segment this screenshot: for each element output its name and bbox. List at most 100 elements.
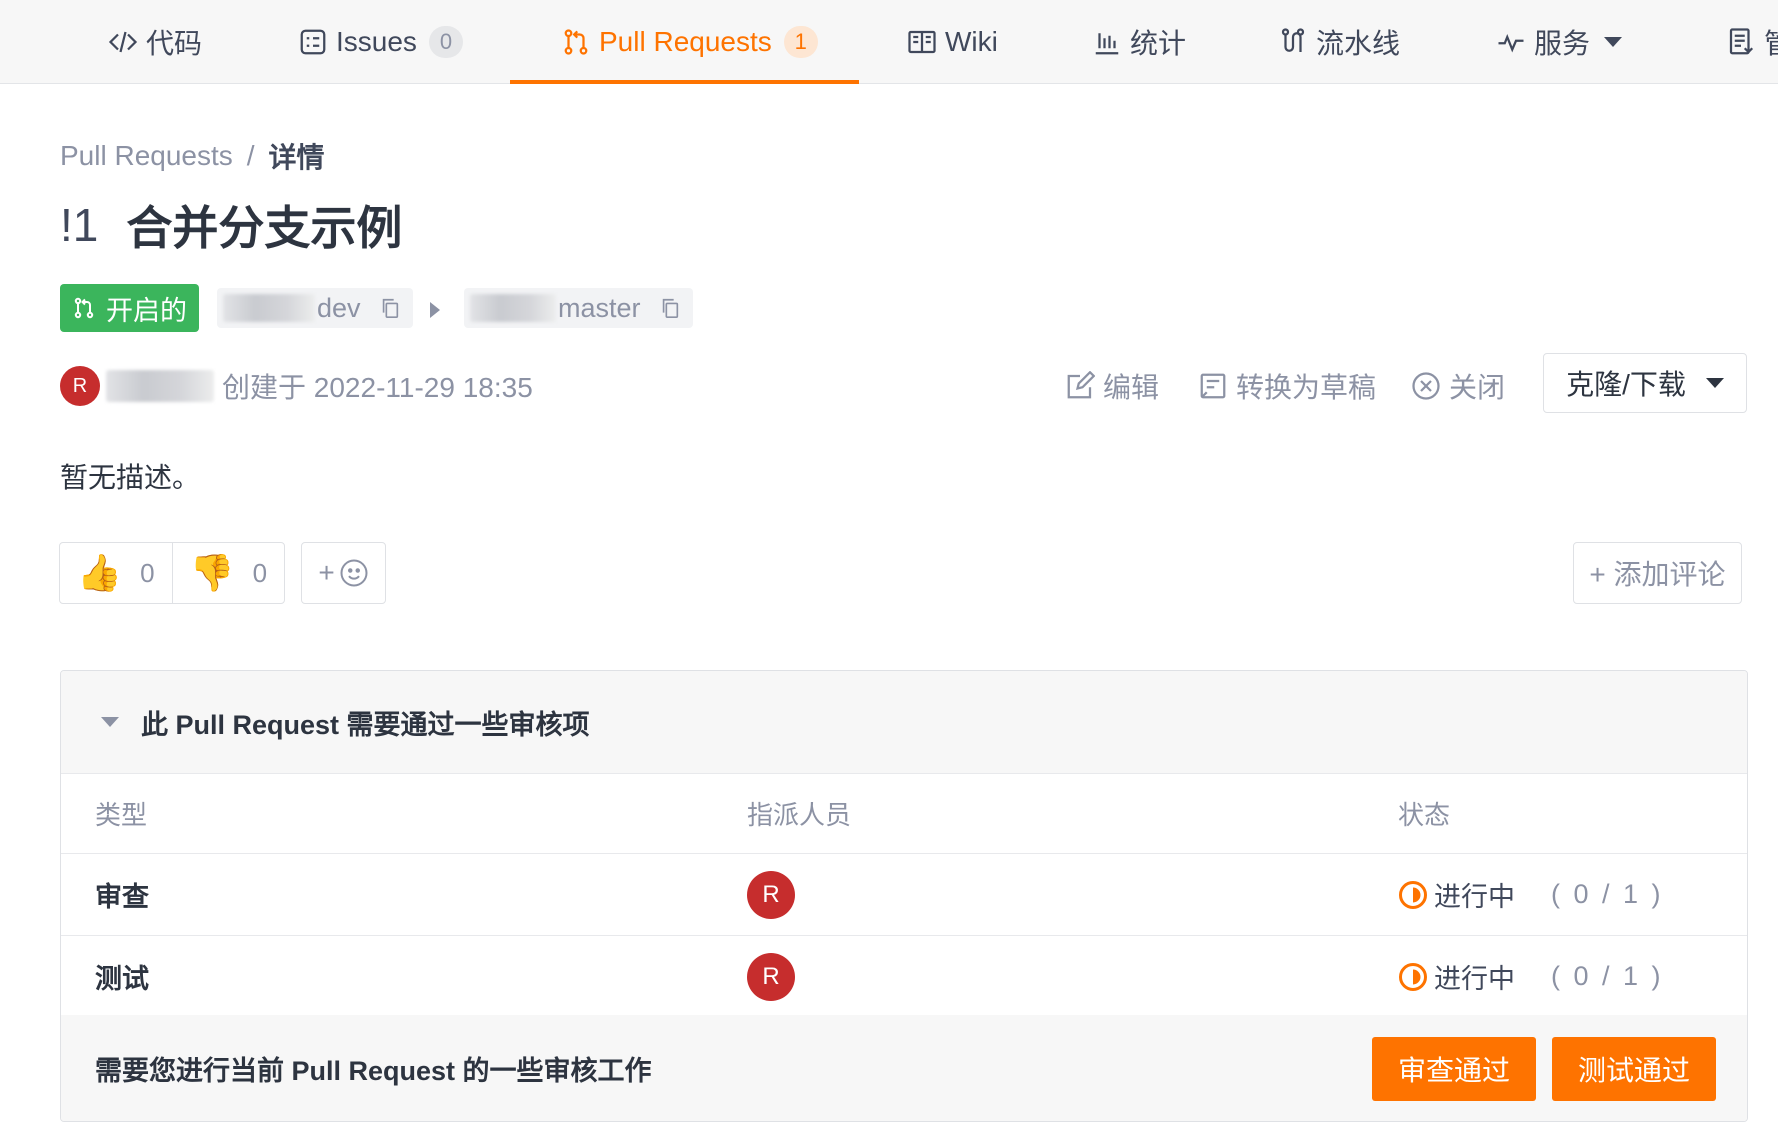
- review-table-header: 类型 指派人员 状态: [61, 774, 1747, 854]
- copy-icon[interactable]: [379, 296, 401, 320]
- review-panel: 此 Pull Request 需要通过一些审核项 类型 指派人员 状态 审查 R…: [60, 670, 1748, 1122]
- add-reaction-plus: +: [318, 557, 335, 588]
- tab-wiki-label: Wiki: [945, 26, 998, 57]
- issues-icon: [300, 29, 326, 55]
- chevron-down-icon: [1604, 37, 1623, 47]
- avatar[interactable]: R: [60, 366, 100, 406]
- reaction-group: 👍 0 👎 0: [59, 542, 285, 604]
- edit-icon: [1067, 371, 1095, 399]
- document-icon: [1729, 28, 1754, 55]
- review-status: 进行中 ( 0 / 1 ): [1398, 854, 1664, 935]
- tab-issues-label: Issues: [336, 26, 417, 57]
- pipeline-icon: [1281, 28, 1305, 52]
- source-branch-name: dev: [317, 292, 361, 323]
- add-comment-button[interactable]: + 添加评论: [1573, 542, 1742, 604]
- close-pr-button[interactable]: 关闭: [1411, 366, 1505, 406]
- code-icon: [108, 31, 138, 53]
- copy-icon[interactable]: [659, 296, 681, 320]
- review-panel-title: 此 Pull Request 需要通过一些审核项: [141, 709, 590, 740]
- tab-wiki[interactable]: Wiki: [907, 0, 998, 84]
- pull-requests-count-badge: 1: [783, 26, 818, 58]
- smiley-icon: [340, 559, 368, 587]
- status-badge: 开启的: [60, 284, 199, 332]
- pr-title-text: 合并分支示例: [126, 202, 403, 254]
- thumbs-down-count: 0: [252, 557, 268, 588]
- breadcrumb-current: 详情: [268, 142, 325, 173]
- draft-icon: [1200, 373, 1226, 399]
- status-label: 进行中: [1434, 882, 1515, 912]
- page-title: !1 合并分支示例: [60, 192, 402, 258]
- thumbs-up-count: 0: [140, 557, 155, 588]
- target-branch: master: [464, 288, 693, 328]
- tab-services-label: 服务: [1534, 28, 1591, 59]
- breadcrumb: Pull Requests / 详情: [60, 136, 325, 176]
- progress-count: ( 0 / 1 ): [1551, 961, 1664, 991]
- close-pr-label: 关闭: [1449, 372, 1506, 403]
- target-branch-name: master: [558, 292, 641, 323]
- clone-download-button[interactable]: 克隆/下载: [1543, 353, 1747, 413]
- source-branch: dev: [217, 288, 413, 328]
- tab-pull-requests[interactable]: Pull Requests 1: [561, 0, 818, 84]
- assignee-cell: R: [747, 936, 795, 1017]
- add-reaction-button[interactable]: +: [301, 542, 386, 604]
- issues-count-badge: 0: [428, 26, 463, 58]
- pr-description: 暂无描述。: [60, 462, 201, 493]
- redacted-owner: [470, 294, 556, 322]
- tab-stats-label: 统计: [1130, 28, 1187, 59]
- repo-nav: 代码 Issues 0 Pull Requests 1 Wiki 统计 流水线 …: [0, 0, 1778, 84]
- in-progress-icon: [1399, 962, 1427, 991]
- convert-to-draft-label: 转换为草稿: [1236, 372, 1377, 403]
- review-panel-header: 此 Pull Request 需要通过一些审核项: [61, 671, 1747, 774]
- tab-stats[interactable]: 统计: [1092, 0, 1186, 84]
- review-type: 审查: [95, 882, 149, 912]
- approve-test-button[interactable]: 测试通过: [1552, 1037, 1716, 1101]
- tab-issues[interactable]: Issues 0: [298, 0, 463, 84]
- bar-chart-icon: [1095, 33, 1119, 55]
- tab-code[interactable]: 代码: [108, 0, 202, 84]
- redacted-author-name: [106, 370, 214, 402]
- in-progress-icon: [1399, 880, 1427, 909]
- thumbs-down-icon: 👎: [189, 553, 235, 594]
- table-row: 测试 R 进行中 ( 0 / 1 ): [61, 936, 1747, 1018]
- tab-pipeline-label: 流水线: [1316, 28, 1401, 59]
- tab-services[interactable]: 服务: [1496, 0, 1623, 84]
- active-tab-indicator: [510, 80, 859, 84]
- edit-button[interactable]: 编辑: [1065, 366, 1159, 406]
- status-badge-label: 开启的: [106, 295, 187, 326]
- clone-download-label: 克隆/下载: [1566, 369, 1686, 400]
- redacted-owner: [223, 294, 315, 322]
- approve-review-button[interactable]: 审查通过: [1372, 1037, 1536, 1101]
- review-status: 进行中 ( 0 / 1 ): [1398, 936, 1664, 1017]
- author-row: R 创建于 2022-11-29 18:35: [60, 366, 533, 406]
- thumbs-up-icon: 👍: [77, 553, 123, 594]
- avatar[interactable]: R: [747, 870, 795, 919]
- column-type: 类型: [95, 800, 148, 830]
- pulse-icon: [1498, 33, 1524, 53]
- pull-request-icon: [74, 297, 94, 319]
- column-assignee: 指派人员: [747, 800, 852, 830]
- avatar[interactable]: R: [747, 952, 795, 1001]
- tab-pipeline[interactable]: 流水线: [1278, 0, 1400, 84]
- pr-number: !1: [60, 199, 99, 251]
- breadcrumb-separator: /: [246, 140, 255, 171]
- table-row: 审查 R 进行中 ( 0 / 1 ): [61, 854, 1747, 936]
- edit-button-label: 编辑: [1103, 372, 1160, 403]
- progress-count: ( 0 / 1 ): [1551, 879, 1664, 909]
- status-label: 进行中: [1434, 964, 1515, 994]
- breadcrumb-parent-link[interactable]: Pull Requests: [60, 140, 233, 172]
- tab-pull-requests-label: Pull Requests: [599, 26, 772, 57]
- review-type: 测试: [95, 964, 149, 994]
- thumbs-down-button[interactable]: 👎 0: [172, 543, 284, 603]
- tab-manage[interactable]: 管: [1726, 0, 1778, 84]
- chevron-down-icon: [1705, 378, 1724, 388]
- book-icon: [908, 30, 936, 54]
- created-timestamp: 创建于 2022-11-29 18:35: [222, 372, 533, 403]
- tab-manage-label: 管: [1764, 22, 1778, 62]
- convert-to-draft-button[interactable]: 转换为草稿: [1198, 366, 1376, 406]
- review-footer-text: 需要您进行当前 Pull Request 的一些审核工作: [95, 1055, 652, 1086]
- pull-request-icon: [564, 29, 588, 55]
- collapse-toggle-icon[interactable]: [101, 717, 119, 727]
- close-circle-icon: [1412, 372, 1440, 400]
- thumbs-up-button[interactable]: 👍 0: [60, 543, 172, 603]
- tab-code-label: 代码: [146, 28, 203, 59]
